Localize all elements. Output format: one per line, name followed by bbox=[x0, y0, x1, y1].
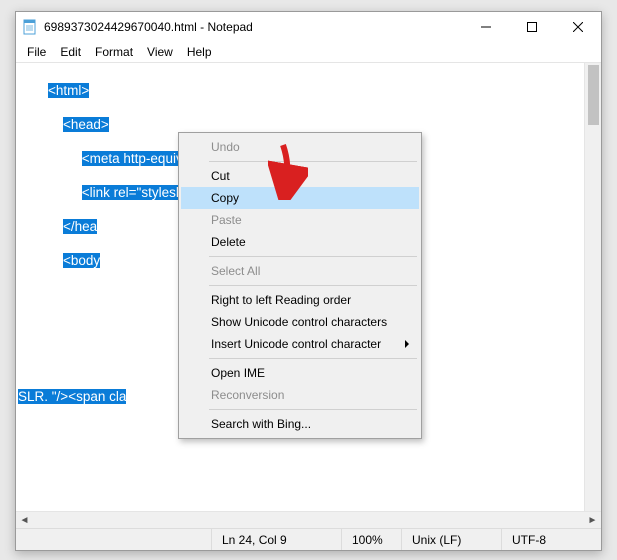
ctx-delete[interactable]: Delete bbox=[181, 231, 419, 253]
status-line-ending: Unix (LF) bbox=[401, 529, 501, 550]
ctx-separator bbox=[209, 409, 417, 410]
status-encoding: UTF-8 bbox=[501, 529, 601, 550]
vertical-scrollbar[interactable] bbox=[584, 63, 601, 511]
menu-edit[interactable]: Edit bbox=[53, 43, 88, 61]
notepad-icon bbox=[22, 19, 38, 35]
ctx-show-unicode[interactable]: Show Unicode control characters bbox=[181, 311, 419, 333]
menu-file[interactable]: File bbox=[20, 43, 53, 61]
minimize-button[interactable] bbox=[463, 12, 509, 42]
window-controls bbox=[463, 12, 601, 42]
status-zoom: 100% bbox=[341, 529, 401, 550]
horizontal-scrollbar[interactable]: ◄ ► bbox=[16, 511, 601, 528]
context-menu: Undo Cut Copy Paste Delete Select All Ri… bbox=[178, 132, 422, 439]
ctx-separator bbox=[209, 285, 417, 286]
scroll-right-icon[interactable]: ► bbox=[584, 515, 601, 526]
ctx-open-ime[interactable]: Open IME bbox=[181, 362, 419, 384]
close-button[interactable] bbox=[555, 12, 601, 42]
ctx-undo[interactable]: Undo bbox=[181, 136, 419, 158]
ctx-separator bbox=[209, 161, 417, 162]
menu-bar: File Edit Format View Help bbox=[16, 42, 601, 62]
ctx-separator bbox=[209, 358, 417, 359]
ctx-rtl[interactable]: Right to left Reading order bbox=[181, 289, 419, 311]
scroll-left-icon[interactable]: ◄ bbox=[16, 515, 33, 526]
menu-view[interactable]: View bbox=[140, 43, 180, 61]
ctx-paste[interactable]: Paste bbox=[181, 209, 419, 231]
ctx-search-bing[interactable]: Search with Bing... bbox=[181, 413, 419, 435]
ctx-copy[interactable]: Copy bbox=[181, 187, 419, 209]
window-title: 6989373024429670040.html - Notepad bbox=[44, 20, 463, 34]
ctx-insert-unicode[interactable]: Insert Unicode control character bbox=[181, 333, 419, 355]
status-bar: Ln 24, Col 9 100% Unix (LF) UTF-8 bbox=[16, 528, 601, 550]
title-bar[interactable]: 6989373024429670040.html - Notepad bbox=[16, 12, 601, 42]
ctx-separator bbox=[209, 256, 417, 257]
menu-format[interactable]: Format bbox=[88, 43, 140, 61]
maximize-button[interactable] bbox=[509, 12, 555, 42]
ctx-reconversion[interactable]: Reconversion bbox=[181, 384, 419, 406]
ctx-select-all[interactable]: Select All bbox=[181, 260, 419, 282]
menu-help[interactable]: Help bbox=[180, 43, 219, 61]
status-position: Ln 24, Col 9 bbox=[211, 529, 341, 550]
ctx-cut[interactable]: Cut bbox=[181, 165, 419, 187]
